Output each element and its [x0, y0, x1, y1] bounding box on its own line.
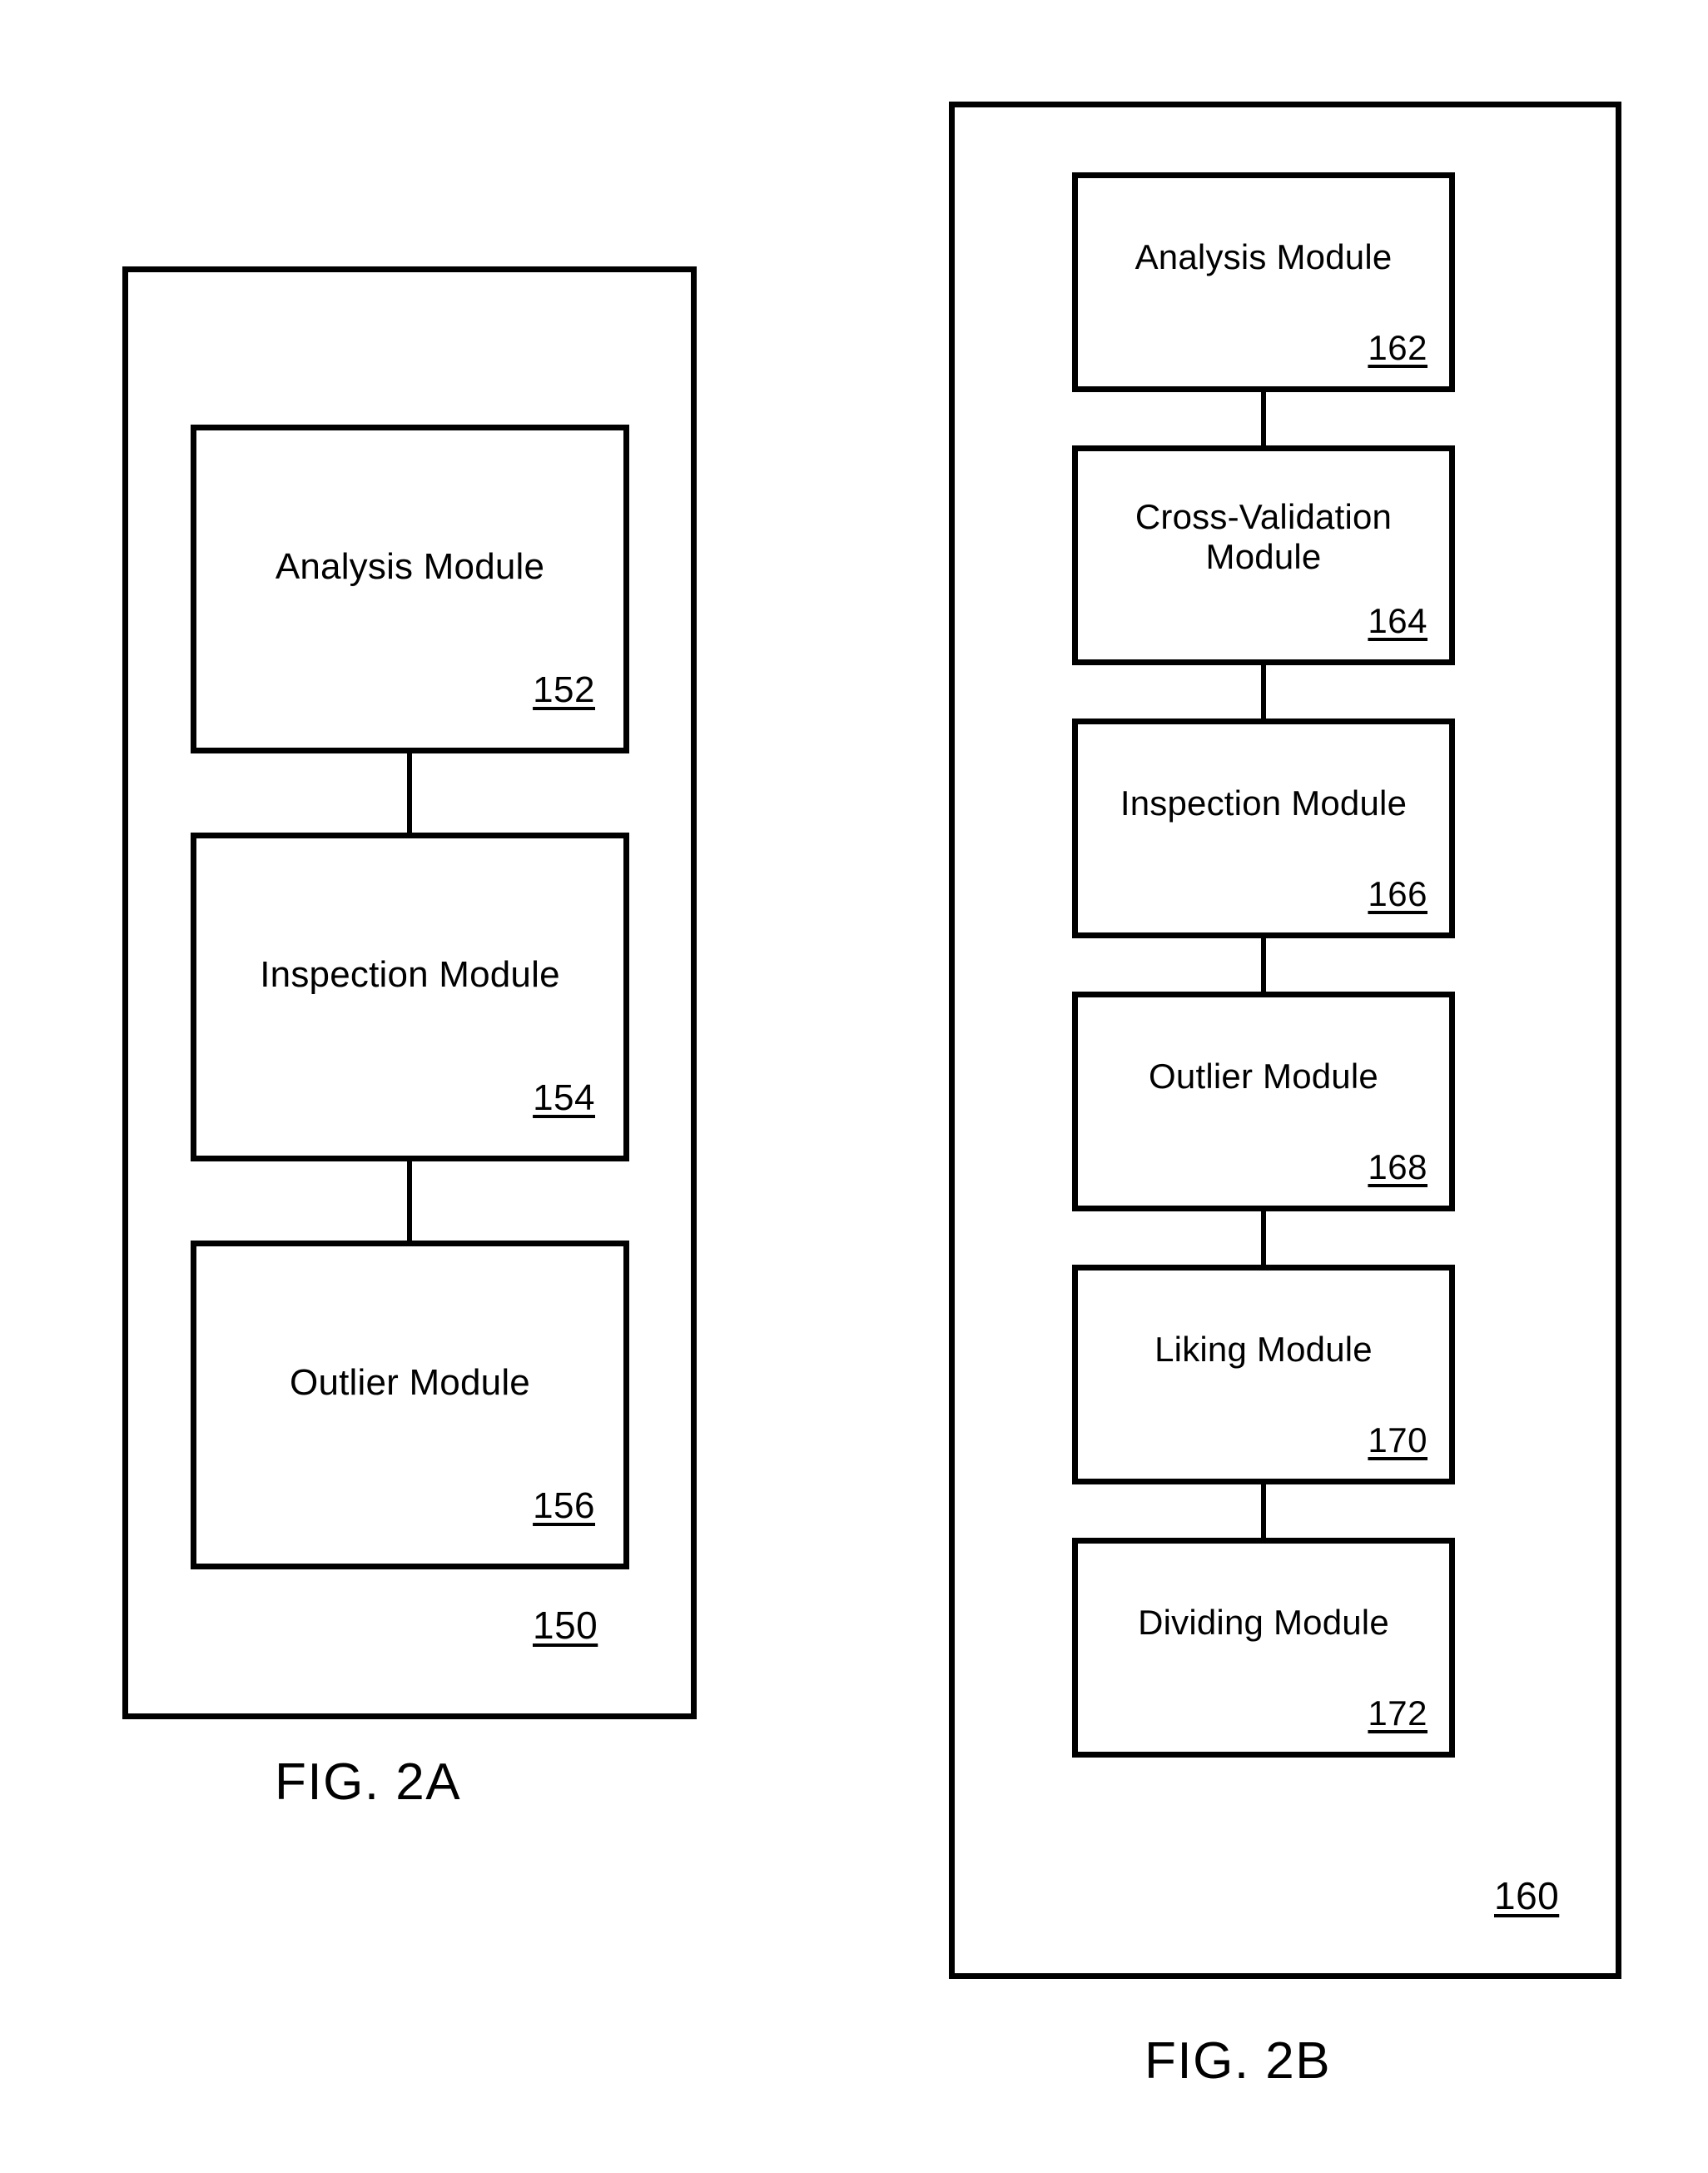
module-label-liking-170: Liking Module: [1154, 1329, 1373, 1369]
module-ref-168: 168: [1368, 1147, 1427, 1186]
module-box-dividing-172: Dividing Module 172: [1072, 1538, 1455, 1758]
module-ref-152: 152: [533, 669, 595, 710]
module-box-liking-170: Liking Module 170: [1072, 1265, 1455, 1484]
module-box-analysis-152: Analysis Module 152: [191, 425, 629, 753]
connector-168-to-170: [1261, 1207, 1266, 1266]
module-box-outlier-168: Outlier Module 168: [1072, 992, 1455, 1211]
connector-162-to-164: [1261, 388, 1266, 446]
connector-166-to-168: [1261, 934, 1266, 992]
module-label-inspection-166: Inspection Module: [1120, 783, 1408, 823]
module-box-inspection-154: Inspection Module 154: [191, 833, 629, 1161]
module-label-outlier-168: Outlier Module: [1149, 1056, 1378, 1096]
module-label-dividing-172: Dividing Module: [1138, 1602, 1389, 1642]
module-box-analysis-162: Analysis Module 162: [1072, 172, 1455, 392]
container-ref-160: 160: [1494, 1874, 1560, 1917]
figure-caption-2a: FIG. 2A: [275, 1753, 462, 1811]
connector-154-to-156: [407, 1157, 412, 1245]
module-label-analysis-162: Analysis Module: [1135, 236, 1393, 276]
module-ref-166: 166: [1368, 874, 1427, 913]
module-label-outlier-156: Outlier Module: [290, 1362, 530, 1404]
module-box-outlier-156: Outlier Module 156: [191, 1241, 629, 1569]
module-ref-154: 154: [533, 1077, 595, 1118]
module-ref-170: 170: [1368, 1420, 1427, 1459]
connector-152-to-154: [407, 749, 412, 837]
module-ref-156: 156: [533, 1485, 595, 1526]
module-label-analysis-152: Analysis Module: [275, 546, 545, 588]
module-ref-164: 164: [1368, 601, 1427, 640]
connector-170-to-172: [1261, 1480, 1266, 1539]
module-box-cross-validation-164: Cross-Validation Module 164: [1072, 445, 1455, 665]
module-label-cross-validation-164: Cross-Validation Module: [1135, 496, 1393, 576]
figure-caption-2b: FIG. 2B: [1144, 2032, 1332, 2090]
module-box-inspection-166: Inspection Module 166: [1072, 719, 1455, 938]
module-ref-162: 162: [1368, 328, 1427, 367]
module-label-inspection-154: Inspection Module: [260, 954, 560, 996]
module-ref-172: 172: [1368, 1693, 1427, 1733]
connector-164-to-166: [1261, 661, 1266, 719]
